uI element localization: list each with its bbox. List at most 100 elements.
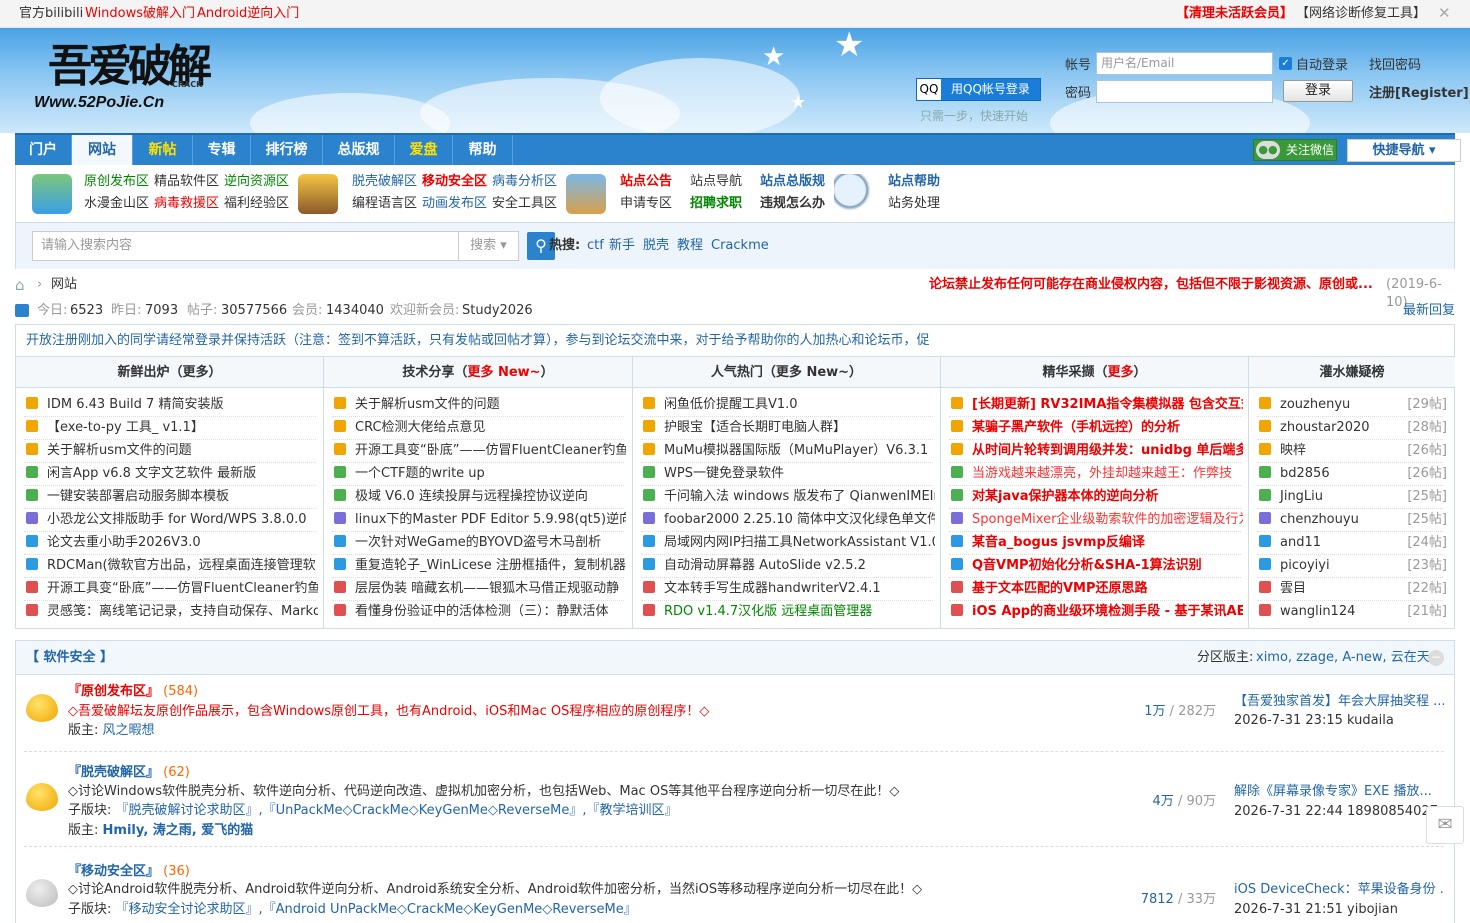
link-jobs[interactable]: 招聘求职 xyxy=(690,195,742,213)
hot-list-item[interactable]: iOS App的商业级环境检测手段 - 基于某讯AE xyxy=(951,600,1243,623)
close-icon[interactable]: ✕ xyxy=(1438,0,1451,27)
hot-list-item[interactable]: 极域 V6.0 连续投屏与远程操控协议逆向 xyxy=(334,485,626,508)
hot-list-item[interactable]: RDO v1.4.7汉化版 远程桌面管理器 xyxy=(643,600,935,623)
hot-list-item[interactable]: RDCMan(微软官方出品，远程桌面连接管理软 xyxy=(26,554,318,577)
link-reverse-resources[interactable]: 逆向资源区 xyxy=(224,173,289,191)
hot-list-item[interactable]: WPS一键免登录软件 xyxy=(643,462,935,485)
follow-wechat-button[interactable]: ●● 关注微信 xyxy=(1253,139,1337,161)
link-virus-analysis[interactable]: 病毒分析区 xyxy=(492,173,557,191)
col-tech-title-more[interactable]: 更多 New~ xyxy=(467,365,540,380)
hot-list-item[interactable]: 护眼宝【适合长期盯电脑人群】 xyxy=(643,416,935,439)
quick-nav-dropdown[interactable]: 快捷导航 ▾ xyxy=(1347,139,1461,162)
site-logo[interactable]: 吾爱破解 CRACK Www.52PoJie.Cn xyxy=(24,42,224,114)
hot-list-item[interactable]: Q音VMP初始化分析&SHA-1算法识别 xyxy=(951,554,1243,577)
hot-list-item[interactable]: 某音a_bogus jsvmp反编译 xyxy=(951,531,1243,554)
breadcrumb-current[interactable]: 网站 xyxy=(51,276,77,294)
section-title[interactable]: 【 软件安全 】 xyxy=(26,641,113,674)
nav-albums[interactable]: 专辑 xyxy=(193,135,251,165)
hot-list-item[interactable]: 从时间片轮转到调用级并发：unidbg 单后端多 xyxy=(951,439,1243,462)
nav-rules[interactable]: 总版规 xyxy=(323,135,395,165)
hot-list-item[interactable]: foobar2000 2.25.10 简体中文汉化绿色单文件 xyxy=(643,508,935,531)
link-welfare[interactable]: 福利经验区 xyxy=(224,195,289,213)
section-mods[interactable]: ximo, zzage, A-new, 云在天 xyxy=(1256,641,1430,674)
link-mobile-security[interactable]: 移动安全区 xyxy=(422,173,487,191)
qq-login-button[interactable]: QQ 用QQ帐号登录 xyxy=(916,78,1041,101)
link-original[interactable]: 原创发布区 xyxy=(84,173,149,191)
col-essence-title-more[interactable]: 更多 xyxy=(1107,365,1133,380)
link-announcement[interactable]: 站点公告 xyxy=(620,173,672,191)
hot-list-item[interactable]: 关于解析usm文件的问题 xyxy=(26,439,318,462)
hot-list-item[interactable]: 局域网内网IP扫描工具NetworkAssistant V1.0 xyxy=(643,531,935,554)
forum-name[interactable]: 『脱壳破解区』 xyxy=(68,765,159,780)
hot-list-item[interactable]: CRC检测大佬给点意见 xyxy=(334,416,626,439)
hot-list-item[interactable]: 小恐龙公文排版助手 for Word/WPS 3.8.0.0 xyxy=(26,508,318,531)
hot-tutorial[interactable]: 教程 xyxy=(677,237,703,255)
login-button[interactable]: 登录 xyxy=(1283,80,1353,102)
register-link[interactable]: 注册[Register] xyxy=(1369,82,1469,101)
forum-name[interactable]: 『移动安全区』 xyxy=(68,864,159,879)
hot-list-item[interactable]: 闲言App v6.8 文字文艺软件 最新版 xyxy=(26,462,318,485)
hot-list-item[interactable]: [长期更新] RV32IMA指令集模拟器 包含交互式 xyxy=(951,393,1243,416)
hot-list-item[interactable]: 开源工具变“卧底”——仿冒FluentCleaner钓鱼站 xyxy=(26,577,318,600)
hot-crackme[interactable]: Crackme xyxy=(711,237,769,255)
hot-newbie[interactable]: 新手 xyxy=(609,237,635,255)
account-input[interactable]: 用户名/Email xyxy=(1096,52,1273,75)
hot-list-item[interactable]: 开源工具变“卧底”——仿冒FluentCleaner钓鱼 xyxy=(334,439,626,462)
forum-subforums[interactable]: 『移动安全讨论求助区』,『Android UnPackMe◇CrackMe◇Ke… xyxy=(116,902,637,917)
hot-list-item[interactable]: 对某java保护器本体的逆向分析 xyxy=(951,485,1243,508)
hot-list-item[interactable]: 看懂身份验证中的活体检测（三）：静默活体 xyxy=(334,600,626,623)
hot-list-item[interactable]: 灵感笺：离线笔记记录，支持自动保存、Markd xyxy=(26,600,318,623)
link-site-rules[interactable]: 站点总版规 xyxy=(760,173,825,191)
password-input[interactable] xyxy=(1096,80,1273,103)
link-apply[interactable]: 申请专区 xyxy=(620,195,672,213)
hot-list-item[interactable]: 当游戏越来越漂亮，外挂却越来越王：作弊技 xyxy=(951,462,1243,485)
nav-site[interactable]: 网站 xyxy=(72,135,133,165)
forum-mod[interactable]: 风之暇想 xyxy=(103,723,155,738)
clean-inactive-link[interactable]: 【清理未活跃会员】 xyxy=(1176,0,1293,27)
col-fresh-title[interactable]: 新鲜出炉（更多） xyxy=(16,357,323,388)
search-input[interactable]: 请输入搜索内容 xyxy=(32,231,460,261)
forum-notice-link[interactable]: 论坛禁止发布任何可能存在商业侵权内容，包括但不限于影视资源、原创或... xyxy=(929,276,1374,294)
hot-list-item[interactable]: 一个CTF题的write up xyxy=(334,462,626,485)
bilibili-link[interactable]: 官方bilibili xyxy=(19,0,83,27)
hot-list-item[interactable]: 文本转手写生成器handwriterV2.4.1 xyxy=(643,577,935,600)
forum-name[interactable]: 『原创发布区』 xyxy=(68,684,159,699)
nav-help[interactable]: 帮助 xyxy=(453,135,513,165)
col-popular-title[interactable]: 人气热门（更多 New~） xyxy=(633,357,940,388)
windows-crack-link[interactable]: Windows破解入门 xyxy=(85,0,195,27)
find-password-link[interactable]: 找回密码 xyxy=(1369,54,1421,73)
forum-last-post[interactable]: iOS DeviceCheck：苹果设备身份 ... xyxy=(1234,880,1444,900)
hot-list-item[interactable]: 关于解析usm文件的问题 xyxy=(334,393,626,416)
link-site-affairs[interactable]: 站务处理 xyxy=(888,195,940,213)
android-reverse-link[interactable]: Android逆向入门 xyxy=(197,0,299,27)
nav-portal[interactable]: 门户 xyxy=(15,135,72,165)
link-site-nav[interactable]: 站点导航 xyxy=(690,173,742,191)
hot-list-item[interactable]: 自动滑动屏幕器 AutoSlide v2.5.2 xyxy=(643,554,935,577)
hot-list-item[interactable]: 层层伪装 暗藏玄机——银狐木马借正规驱动静 xyxy=(334,577,626,600)
new-member-link[interactable]: Study2026 xyxy=(462,302,533,320)
forum-mod[interactable]: Hmily, 涛之雨, 爱飞的猫 xyxy=(103,823,254,838)
home-icon[interactable]: ⌂ xyxy=(15,276,25,294)
wechat-float-icon[interactable]: ✉ xyxy=(1426,806,1464,844)
hot-list-item[interactable]: 重复造轮子_WinLicese 注册框插件，复制机器 xyxy=(334,554,626,577)
col-essence-title[interactable]: 精华采撷（更多） xyxy=(941,357,1248,388)
link-violation[interactable]: 违规怎么办 xyxy=(760,195,825,213)
hot-list-item[interactable]: 【exe-to-py 工具_ v1.1】 xyxy=(26,416,318,439)
hot-ctf[interactable]: ctf xyxy=(587,237,604,255)
forum-last-post[interactable]: 【吾爱独家首发】年会大屏抽奖程 ... xyxy=(1234,692,1444,712)
link-flood[interactable]: 水漫金山区 xyxy=(84,195,149,213)
search-type-select[interactable]: 搜索 ▾ xyxy=(458,231,519,261)
nav-aipan[interactable]: 爱盘 xyxy=(395,135,453,165)
hot-list-item[interactable]: 一次针对WeGame的BYOVD盗号木马剖析 xyxy=(334,531,626,554)
network-tool-link[interactable]: 【网络诊断修复工具】 xyxy=(1296,0,1426,27)
forum-last-post[interactable]: 解除《屏幕录像专家》EXE 播放... xyxy=(1234,782,1444,802)
forum-subforums[interactable]: 『脱壳破解讨论求助区』,『UnPackMe◇CrackMe◇KeyGenMe◇R… xyxy=(116,803,678,818)
collapse-icon[interactable]: − xyxy=(1428,650,1444,666)
link-programming[interactable]: 编程语言区 xyxy=(352,195,417,213)
hot-list-item[interactable]: 论文去重小助手2026V3.0 xyxy=(26,531,318,554)
nav-new-posts[interactable]: 新帖 xyxy=(133,135,193,165)
auto-login-checkbox[interactable]: ✓ xyxy=(1279,57,1292,70)
hot-list-item[interactable]: 基于文本匹配的VMP还原思路 xyxy=(951,577,1243,600)
link-virus-rescue[interactable]: 病毒救援区 xyxy=(154,195,219,213)
hot-list-item[interactable]: SpongeMixer企业级勒索软件的加密逻辑及行为 xyxy=(951,508,1243,531)
